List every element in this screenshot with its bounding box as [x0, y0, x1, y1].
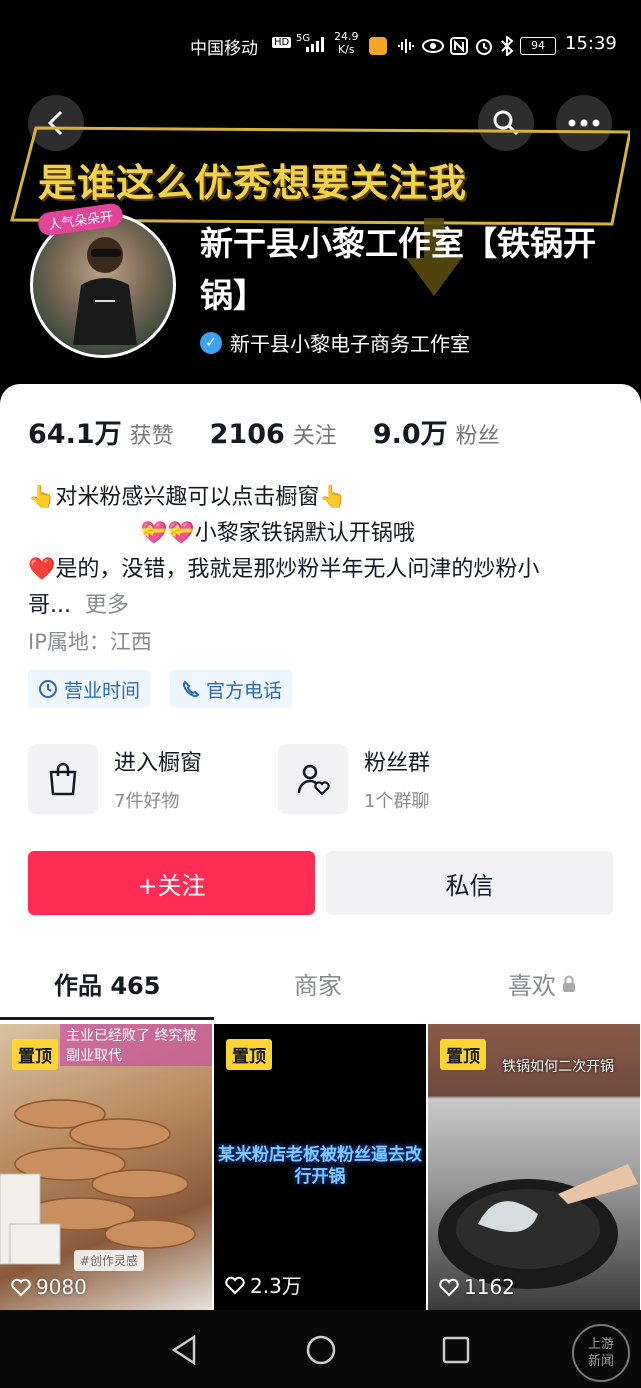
banner-text: 是谁这么优秀想要关注我 — [38, 161, 468, 205]
video-2-likes: 2.3万 — [224, 1270, 302, 1299]
official-phone-tag[interactable]: 官方电话 — [170, 670, 293, 708]
clock: 15:39 — [565, 33, 617, 54]
sound-wave-icon — [398, 39, 414, 53]
net-speed-value: 24.9 — [334, 30, 359, 43]
watermark-text: 上游新闻 — [587, 1337, 614, 1369]
video-3-likes: 1162 — [438, 1275, 515, 1299]
avatar-person-icon — [73, 237, 137, 345]
stat-following-label: 关注 — [292, 424, 337, 449]
verified-check-icon: ✓ — [200, 331, 222, 354]
bio-line-3: ❤️是的，没错，我就是那炒粉半年无人问津的炒粉小 — [28, 557, 540, 582]
profile-name: 新干县小黎工作室【铁锅开锅】 — [200, 224, 596, 315]
fan-group-title: 粉丝群 — [364, 751, 431, 776]
verified-org-label: 新干县小黎电子商务工作室 — [230, 332, 470, 356]
heart-outline-icon — [225, 1276, 245, 1294]
shop-window-entry[interactable]: 进入橱窗 7件好物 — [28, 744, 202, 814]
tab-works[interactable]: 作品 465 — [54, 966, 160, 1001]
tab-merchant[interactable]: 商家 — [294, 966, 342, 1001]
video-card-3[interactable]: 铁锅如何二次开锅 置顶 1162 — [428, 1024, 640, 1311]
status-bar: 中国移动 HD 5G 24.9 K/s 94 15:39 — [0, 0, 641, 90]
nav-home-icon[interactable] — [305, 1334, 337, 1366]
video-1-likes: 9080 — [10, 1275, 87, 1299]
heart-outline-icon — [11, 1278, 31, 1297]
stat-likes-label: 获赞 — [129, 424, 174, 449]
bio-line-1: 👆对米粉感兴趣可以点击橱窗👆 — [28, 485, 347, 510]
video-1-tag: #创作灵感 — [74, 1250, 145, 1271]
fan-group-icon — [278, 744, 348, 814]
hd-badge: HD — [272, 37, 292, 48]
shop-window-sub: 7件好物 — [114, 791, 180, 812]
stat-following[interactable]: 2106 关注 — [210, 418, 337, 450]
video-1-pin-badge: 置顶 — [12, 1039, 58, 1070]
stats-row: 64.1万 获赞 2106 关注 9.0万 粉丝 — [28, 412, 500, 451]
shopping-bag-icon — [28, 744, 98, 814]
shop-window-title: 进入橱窗 — [114, 751, 203, 776]
stat-likes[interactable]: 64.1万 获赞 — [28, 412, 174, 451]
video-2-overlay: 某米粉店老板被粉丝逼去改行开锅 — [218, 1145, 422, 1187]
stat-followers[interactable]: 9.0万 粉丝 — [373, 412, 500, 451]
nav-recents-icon[interactable] — [441, 1335, 471, 1365]
net-speed: 24.9 K/s — [334, 30, 359, 56]
verified-org[interactable]: ✓ 新干县小黎电子商务工作室 — [200, 328, 470, 357]
app-notification-icon — [369, 37, 387, 55]
video-2-likes-count: 2.3万 — [250, 1274, 302, 1298]
stat-followers-value: 9.0万 — [372, 419, 448, 450]
tab-likes-label: 喜欢 — [508, 972, 556, 1000]
heart-outline-icon — [439, 1278, 459, 1297]
bluetooth-icon — [501, 36, 514, 56]
official-phone-label: 官方电话 — [206, 679, 283, 702]
fan-group-sub: 1个群聊 — [364, 791, 430, 812]
stat-likes-value: 64.1万 — [28, 419, 122, 450]
video-2-pin-badge: 置顶 — [226, 1039, 272, 1070]
business-hours-tag[interactable]: 营业时间 — [28, 670, 151, 708]
battery-icon: 94 — [520, 37, 556, 55]
lock-icon — [563, 975, 575, 992]
carrier-label: 中国移动 — [190, 39, 258, 59]
follow-button[interactable]: +关注 — [28, 851, 315, 915]
stat-followers-label: 粉丝 — [455, 424, 500, 449]
video-3-overlay: 铁锅如何二次开锅 — [502, 1059, 614, 1075]
signal-icon — [306, 37, 324, 52]
bio-more-link[interactable]: 更多 — [85, 593, 129, 618]
stat-following-value: 2106 — [209, 419, 285, 450]
video-3-pin-badge: 置顶 — [440, 1039, 486, 1070]
message-button[interactable]: 私信 — [326, 851, 613, 915]
tab-underline — [0, 1017, 214, 1020]
tab-likes[interactable]: 喜欢 — [508, 966, 576, 1001]
video-1-likes-count: 9080 — [36, 1275, 87, 1299]
net-speed-unit: K/s — [337, 43, 355, 56]
alarm-icon — [476, 39, 492, 55]
video-1-overlay: 主业已经败了 终究被副业取代 — [60, 1024, 212, 1066]
video-3-likes-count: 1162 — [464, 1275, 515, 1299]
video-card-2[interactable]: 某米粉店老板被粉丝逼去改行开锅 置顶 2.3万 — [214, 1024, 426, 1311]
watermark-logo: 上游新闻 — [572, 1324, 630, 1382]
bio-line-4: 哥... 更多 — [28, 588, 618, 624]
ip-location: IP属地：江西 — [28, 630, 152, 654]
nav-back-icon[interactable] — [170, 1334, 198, 1366]
fan-group-entry[interactable]: 粉丝群 1个群聊 — [278, 744, 430, 814]
business-hours-label: 营业时间 — [64, 679, 141, 702]
clock-icon — [39, 680, 57, 698]
system-nav-bar: 上游新闻 — [0, 1310, 641, 1388]
video-card-1[interactable]: 主业已经败了 终究被副业取代 置顶 #创作灵感 9080 — [0, 1024, 212, 1311]
bio-line-2: 💝💝小黎家铁锅默认开锅哦 — [140, 521, 415, 546]
bio-line-4-text: 哥... — [28, 593, 71, 618]
phone-icon — [183, 680, 200, 697]
eye-icon — [422, 39, 444, 53]
nfc-icon — [450, 37, 468, 55]
